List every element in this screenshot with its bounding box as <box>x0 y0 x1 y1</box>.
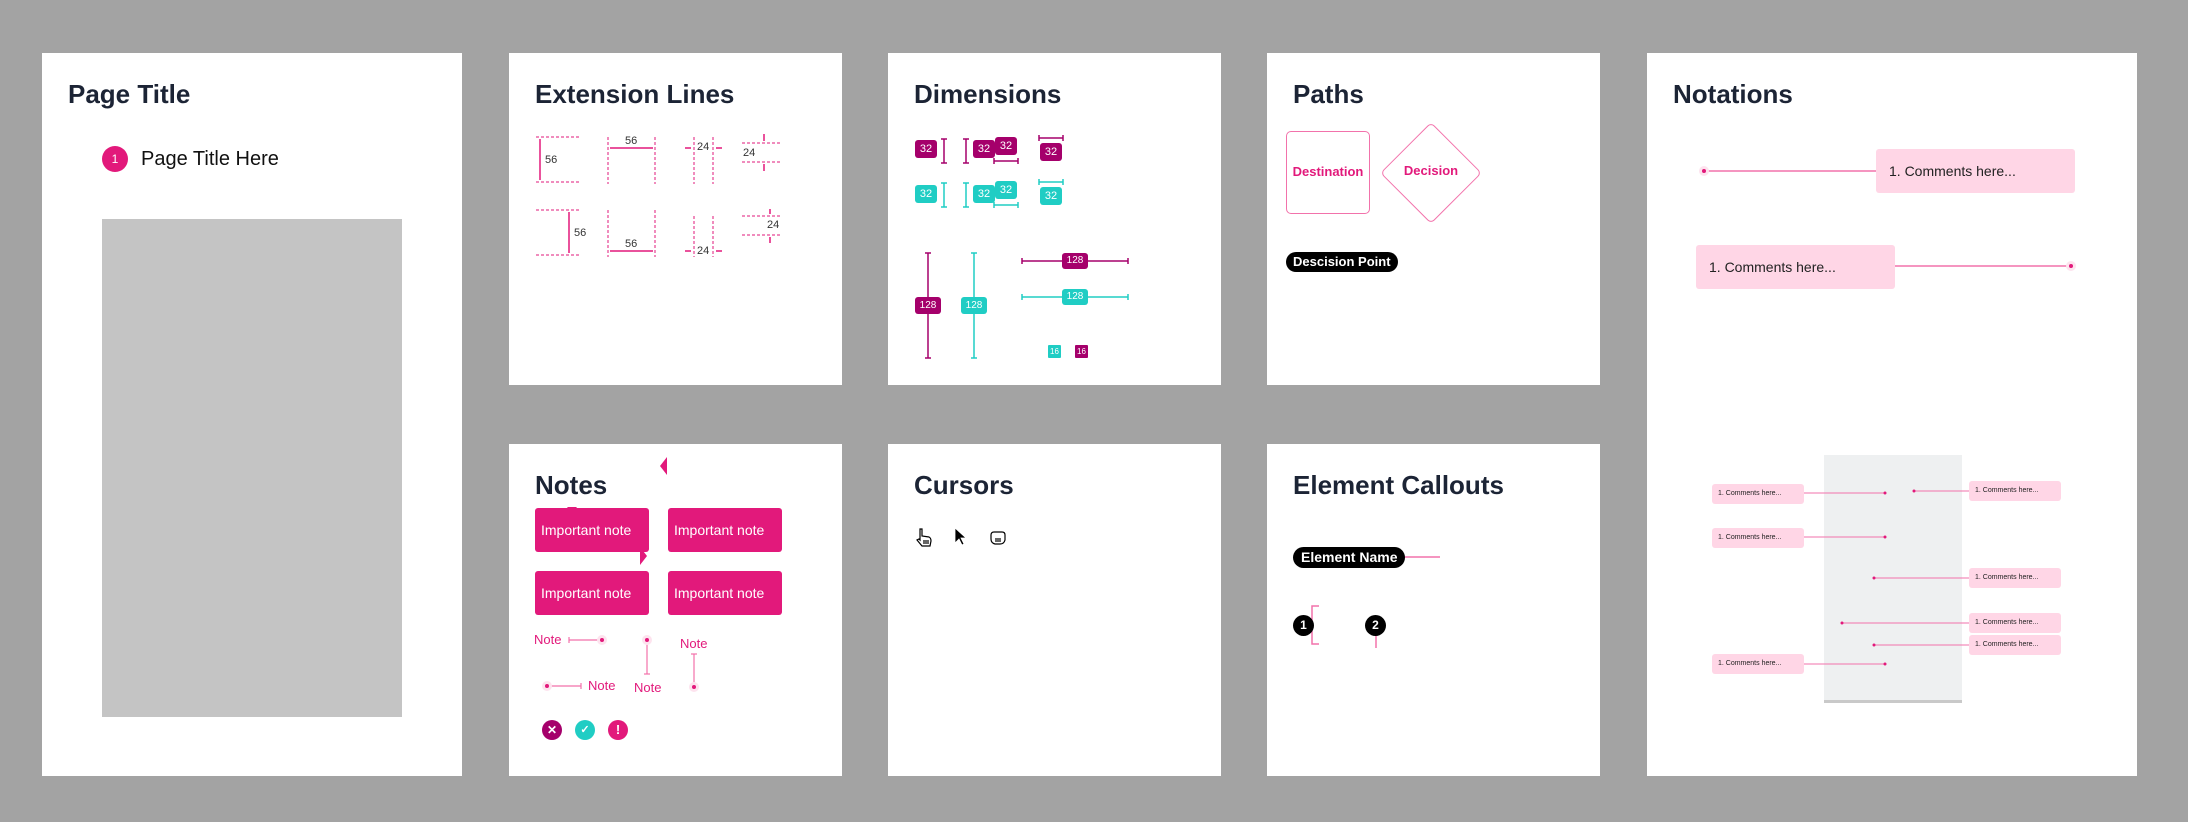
page-title-panel: Page Title 1 Page Title Here <box>42 53 462 776</box>
check-icon: ✓ <box>575 720 595 740</box>
dimension-badge: 16 <box>1048 345 1061 358</box>
extension-lines-diagram <box>536 134 782 257</box>
comment-box: 1. Comments here... <box>1696 245 1895 289</box>
decision-label[interactable]: Decision <box>1381 163 1481 178</box>
dimension-badge: 32 <box>915 185 937 203</box>
comment-box: 1. Comments here... <box>1712 654 1804 674</box>
important-note: Important note <box>535 571 649 615</box>
dimensions-panel: Dimensions 32 32 32 32 32 32 32 32 128 1… <box>888 53 1221 385</box>
destination-node[interactable]: Destination <box>1286 131 1370 214</box>
page-placeholder <box>102 219 402 717</box>
page-title-heading: Page Title Here <box>141 148 279 170</box>
dimension-label: 24 <box>697 245 710 257</box>
note-label: Note <box>680 636 708 651</box>
element-name-badge: Element Name <box>1293 547 1406 568</box>
dimension-badge: 32 <box>973 140 995 158</box>
dimension-badge: 32 <box>995 181 1017 199</box>
important-note: Important note <box>535 508 649 552</box>
dimension-label: 56 <box>545 154 558 166</box>
arrow-cursor-icon <box>954 527 968 546</box>
dimension-badge: 32 <box>1040 143 1062 161</box>
dimension-label: 56 <box>625 238 638 250</box>
notes-panel: Notes Important note Important note Impo… <box>509 444 842 776</box>
comment-box: 1. Comments here... <box>1969 481 2061 501</box>
panel-title: Page Title <box>68 79 191 109</box>
callout-marker: 2 <box>1365 615 1386 636</box>
cursors-panel: Cursors <box>888 444 1221 776</box>
note-label: Note <box>588 678 616 693</box>
note-label: Note <box>534 632 562 647</box>
grab-hand-icon <box>990 531 1006 545</box>
notations-panel: Notations 1. Comments here... 1. Comment… <box>1647 53 2137 776</box>
callout-marker: 1 <box>1293 615 1314 636</box>
number-marker: 1 <box>102 146 128 172</box>
comment-box: 1. Comments here... <box>1712 528 1804 548</box>
comment-box: 1. Comments here... <box>1969 568 2061 588</box>
note-label: Note <box>634 680 662 695</box>
important-note: Important note <box>668 571 782 615</box>
dimension-label: 56 <box>625 135 638 147</box>
paths-panel: Paths Destination Decision Descision Poi… <box>1267 53 1600 385</box>
pointer-hand-icon <box>916 528 932 547</box>
dimension-label: 24 <box>767 219 780 231</box>
dimension-badge: 16 <box>1075 345 1088 358</box>
dimension-label: 24 <box>697 141 710 153</box>
dimension-lines <box>925 135 1129 359</box>
important-note: Important note <box>668 508 782 552</box>
dimension-label: 24 <box>743 147 756 159</box>
comment-box: 1. Comments here... <box>1969 635 2061 655</box>
dimension-badge: 128 <box>915 297 941 314</box>
dimension-badge: 32 <box>1040 187 1062 205</box>
panel-title: Paths <box>1293 79 1364 109</box>
callout-lines <box>1303 556 1440 648</box>
dimension-badge: 32 <box>995 137 1017 155</box>
dimension-label: 56 <box>574 227 587 239</box>
dimension-badge: 128 <box>1062 253 1088 269</box>
comment-box: 1. Comments here... <box>1876 149 2075 193</box>
dimension-badge: 32 <box>915 140 937 158</box>
decision-point-badge: Descision Point <box>1286 252 1398 272</box>
comment-box: 1. Comments here... <box>1712 484 1804 504</box>
warning-icon: ! <box>608 720 628 740</box>
comment-box: 1. Comments here... <box>1969 613 2061 633</box>
dimension-badge: 128 <box>961 297 987 314</box>
extension-lines-panel: Extension Lines 56 56 24 24 56 56 24 24 <box>509 53 842 385</box>
dimension-badge: 128 <box>1062 289 1088 305</box>
cursor-icons <box>916 527 1006 547</box>
dimension-badge: 32 <box>973 185 995 203</box>
error-icon: ✕ <box>542 720 562 740</box>
element-callouts-panel: Element Callouts Element Name 1 2 <box>1267 444 1600 776</box>
